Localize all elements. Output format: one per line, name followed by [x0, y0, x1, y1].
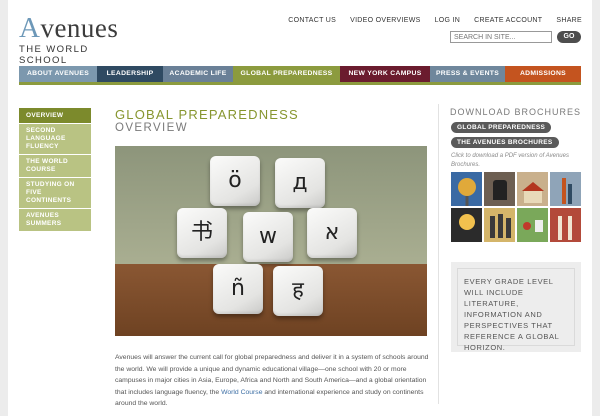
page-subtitle: OVERVIEW [115, 122, 188, 134]
main-nav-about-avenues[interactable]: ABOUT AVENUES [19, 66, 97, 82]
side-nav-studying-on-five-continents[interactable]: STUDYING ON FIVE CONTINENTS [19, 178, 91, 209]
main-nav-admissions[interactable]: ADMISSIONS [505, 66, 581, 82]
site-logo[interactable]: Avenues THE WORLD SCHOOL [19, 12, 129, 67]
tile-devanagari: ह [273, 266, 323, 316]
main-nav-leadership[interactable]: LEADERSHIP [97, 66, 163, 82]
brochures-heading: DOWNLOAD BROCHURES [450, 107, 582, 117]
page-frame-right [592, 0, 600, 416]
tile-latin-w: w [243, 212, 293, 262]
thumbnail-house[interactable] [517, 172, 548, 206]
main-nav-new-york-campus[interactable]: NEW YORK CAMPUS [340, 66, 430, 82]
utility-link-contact-us[interactable]: CONTACT US [288, 17, 336, 24]
main-nav-rule [19, 82, 581, 85]
search-go-button[interactable]: GO [557, 31, 581, 43]
utility-nav: CONTACT US VIDEO OVERVIEWS LOG IN CREATE AC… [288, 17, 582, 24]
thumbnail-statues[interactable] [484, 208, 515, 242]
quote-box: EVERY GRADE LEVEL WILL INCLUDE LITERATUR… [451, 262, 581, 352]
thumbnail-pillars[interactable] [550, 208, 581, 242]
tile-n-tilde: ñ [213, 264, 263, 314]
tile-chinese-shu: 书 [177, 208, 227, 258]
hero-image: öд书wאñह [115, 146, 427, 336]
thumbnail-lamp[interactable] [451, 208, 482, 242]
main-nav: ABOUT AVENUES LEADERSHIP ACADEMIC LIFE GLOB… [19, 66, 581, 82]
main-nav-press-events[interactable]: PRESS & EVENTS [430, 66, 505, 82]
intro-paragraph: Avenues will answer the current call for… [115, 354, 429, 408]
utility-link-log-in[interactable]: LOG IN [435, 17, 461, 24]
global-preparedness-brochure-button[interactable]: GLOBAL PREPAREDNESS [451, 122, 552, 133]
avenues-brochures-button[interactable]: THE AVENUES BROCHURES [451, 137, 559, 148]
thumbnail-globe[interactable] [451, 172, 482, 206]
main-nav-academic-life[interactable]: ACADEMIC LIFE [163, 66, 233, 82]
logo-tagline: THE WORLD SCHOOL [19, 44, 89, 66]
side-nav-overview[interactable]: OVERVIEW [19, 108, 91, 124]
tile-o-umlaut: ö [210, 156, 260, 206]
main-nav-global-preparedness[interactable]: GLOBAL PREPAREDNESS [233, 66, 340, 82]
world-course-link[interactable]: World Course [221, 389, 262, 396]
search-input[interactable] [450, 31, 552, 43]
thumbnail-objects[interactable] [517, 208, 548, 242]
side-nav-avenues-summers[interactable]: AVENUES SUMMERS [19, 209, 91, 232]
page-frame-left [0, 0, 8, 416]
side-nav-the-world-course[interactable]: THE WORLD COURSE [19, 155, 91, 178]
thumbnail-bars[interactable] [550, 172, 581, 206]
utility-link-share[interactable]: SHARE [556, 17, 582, 24]
brochure-thumbnails[interactable] [451, 172, 581, 242]
page-title: GLOBAL PREPAREDNESS [115, 107, 299, 122]
tile-cyrillic-de: д [275, 158, 325, 208]
pull-quote: EVERY GRADE LEVEL WILL INCLUDE LITERATUR… [457, 268, 575, 352]
tile-hebrew-aleph: א [307, 208, 357, 258]
thumbnail-sculpture[interactable] [484, 172, 515, 206]
side-nav-second-language-fluency[interactable]: SECOND LANGUAGE FLUENCY [19, 124, 91, 155]
hero-table [115, 264, 427, 336]
utility-link-video-overviews[interactable]: VIDEO OVERVIEWS [350, 17, 421, 24]
logo-wordmark: Avenues [19, 12, 119, 44]
utility-link-create-account[interactable]: CREATE ACCOUNT [474, 17, 542, 24]
brochures-note: Click to download a PDF version of Avenu… [451, 153, 569, 168]
column-divider [438, 104, 439, 404]
section-side-nav: OVERVIEW SECOND LANGUAGE FLUENCY THE WORLD… [19, 108, 91, 232]
